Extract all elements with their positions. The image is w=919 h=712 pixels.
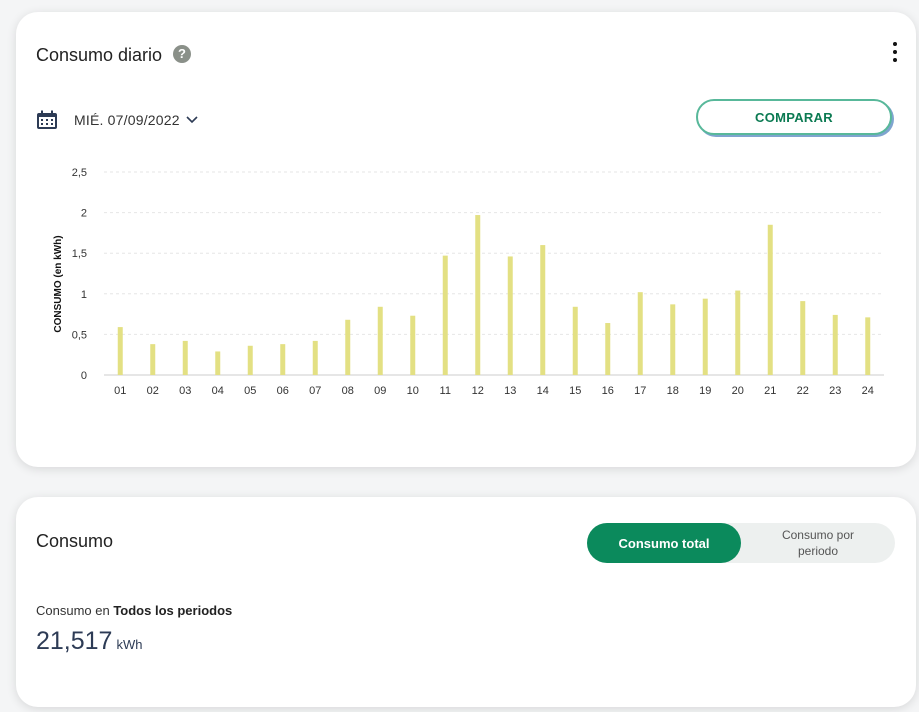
y-tick-label: 0 bbox=[81, 370, 87, 382]
y-tick-label: 2 bbox=[81, 208, 87, 220]
y-tick-label: 2,5 bbox=[72, 167, 87, 179]
x-tick-label: 24 bbox=[862, 385, 874, 397]
bar bbox=[475, 215, 481, 375]
y-tick-label: 0,5 bbox=[72, 329, 87, 341]
x-tick-label: 05 bbox=[244, 385, 256, 397]
x-tick-label: 13 bbox=[504, 385, 516, 397]
x-tick-label: 23 bbox=[829, 385, 841, 397]
consumption-number: 21,517 bbox=[36, 627, 113, 655]
bar bbox=[540, 245, 546, 375]
bar bbox=[280, 344, 286, 375]
x-tick-label: 12 bbox=[472, 385, 484, 397]
toggle-consumo-total[interactable]: Consumo total bbox=[587, 523, 741, 563]
bar bbox=[767, 224, 773, 375]
x-tick-label: 20 bbox=[732, 385, 744, 397]
x-tick-label: 04 bbox=[212, 385, 224, 397]
x-tick-label: 15 bbox=[569, 385, 581, 397]
bar bbox=[345, 319, 351, 375]
x-tick-label: 08 bbox=[342, 385, 354, 397]
x-tick-label: 17 bbox=[634, 385, 646, 397]
bar bbox=[865, 317, 871, 375]
x-tick-label: 03 bbox=[179, 385, 191, 397]
bar bbox=[735, 290, 741, 375]
bar bbox=[442, 255, 448, 375]
y-tick-label: 1,5 bbox=[72, 248, 87, 260]
bar bbox=[182, 340, 188, 375]
bar bbox=[150, 344, 156, 375]
x-tick-label: 16 bbox=[602, 385, 614, 397]
consumption-mode-toggle: Consumo total Consumo por periodo bbox=[587, 523, 895, 563]
x-tick-label: 07 bbox=[309, 385, 321, 397]
bar bbox=[312, 340, 318, 375]
consumption-total-value: 21,517 kWh bbox=[36, 627, 142, 656]
consumption-title: Consumo bbox=[36, 531, 114, 551]
x-tick-label: 06 bbox=[277, 385, 289, 397]
daily-consumption-card: Consumo diario ? MIÉ. 07/09/2022 COMPARA… bbox=[16, 12, 916, 467]
bar bbox=[377, 306, 383, 375]
consumption-summary-card: Consumo Consumo total Consumo por period… bbox=[16, 497, 916, 707]
bar bbox=[637, 292, 643, 375]
x-tick-label: 10 bbox=[407, 385, 419, 397]
bar bbox=[410, 315, 416, 375]
y-axis-label: CONSUMO (en kWh) bbox=[53, 235, 64, 332]
bar bbox=[507, 256, 513, 375]
x-tick-label: 11 bbox=[440, 385, 451, 397]
daily-consumption-chart: 0 0,5 1 1,5 2 2,5 01 02 03 04 05 06 07 08 09 10 11 12 13 1… bbox=[53, 167, 884, 397]
bar bbox=[572, 306, 578, 375]
toggle-consumo-por-periodo[interactable]: Consumo por periodo bbox=[741, 523, 895, 563]
caption-prefix: Consumo en bbox=[36, 603, 114, 618]
x-tick-label: 18 bbox=[667, 385, 679, 397]
caption-period: Todos los periodos bbox=[113, 603, 233, 618]
bar bbox=[832, 314, 838, 375]
x-tick-label: 22 bbox=[797, 385, 809, 397]
bar bbox=[800, 301, 806, 375]
consumption-unit: kWh bbox=[116, 637, 143, 652]
x-tick-label: 01 bbox=[114, 385, 126, 397]
consumption-caption: Consumo en Todos los periodos bbox=[36, 603, 232, 618]
x-tick-label: 14 bbox=[537, 385, 549, 397]
bar bbox=[215, 351, 221, 375]
x-tick-label: 21 bbox=[764, 385, 776, 397]
bar bbox=[702, 298, 708, 375]
bar bbox=[670, 304, 676, 375]
bar bbox=[247, 345, 253, 375]
bar bbox=[605, 323, 611, 375]
x-tick-label: 19 bbox=[699, 385, 711, 397]
x-tick-label: 09 bbox=[374, 385, 386, 397]
bar bbox=[117, 327, 123, 375]
y-tick-label: 1 bbox=[81, 289, 87, 301]
x-tick-label: 02 bbox=[147, 385, 159, 397]
